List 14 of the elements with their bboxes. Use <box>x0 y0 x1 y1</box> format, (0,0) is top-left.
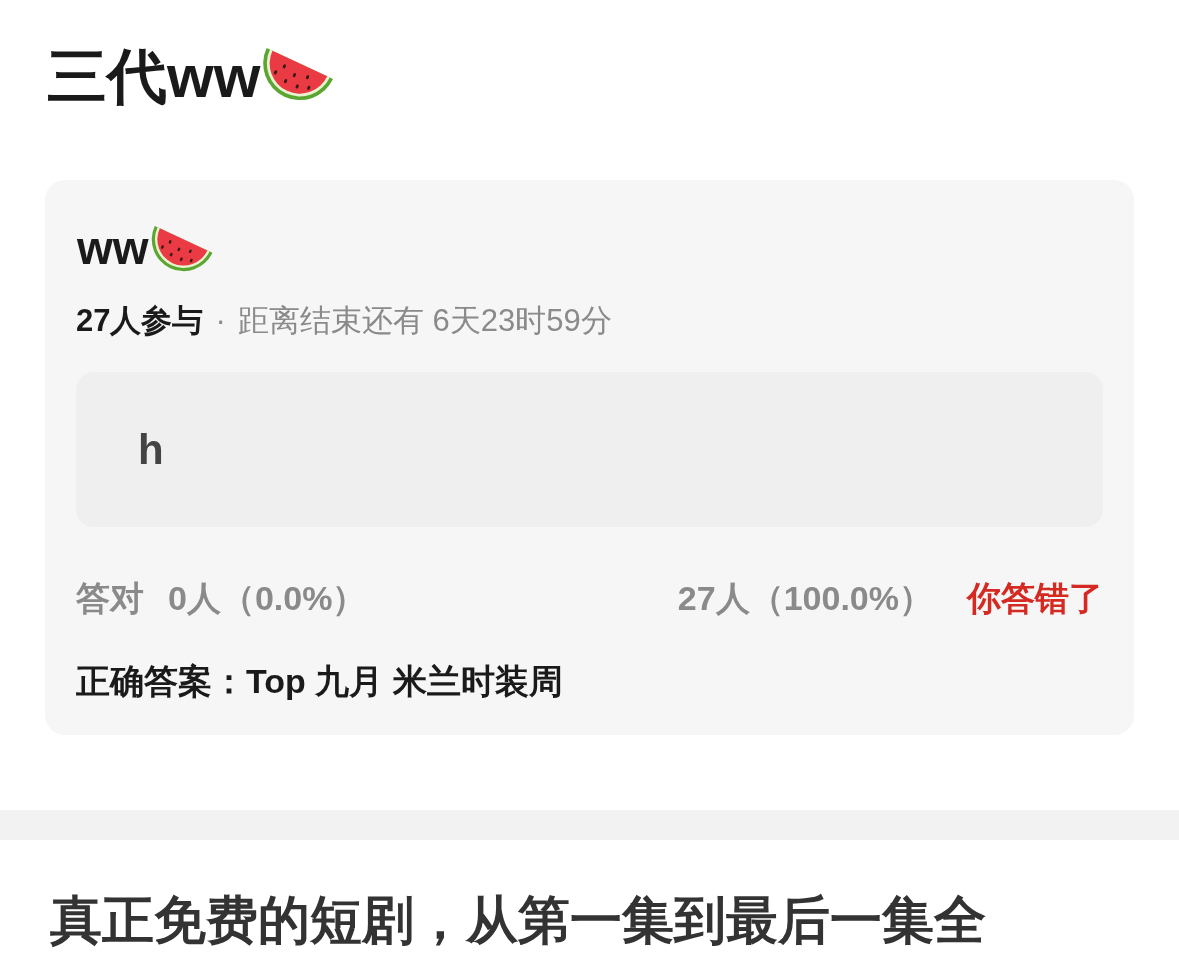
watermelon-icon <box>150 224 213 272</box>
correct-count: 0人（0.0%） <box>168 578 367 619</box>
wrong-count: 27人（100.0%） <box>677 578 933 619</box>
article-headline[interactable]: 真正免费的短剧，从第一集到最后一集全 <box>50 888 986 952</box>
quiz-title: ww <box>76 221 149 276</box>
separator-dot: · <box>215 302 226 340</box>
answer-box: h <box>76 372 1103 527</box>
countdown-text: 距离结束还有 6天23时59分 <box>237 302 612 340</box>
correct-label: 答对 <box>76 578 144 619</box>
page-title: 三代ww <box>47 42 261 112</box>
participant-count: 27人参与 <box>76 302 204 340</box>
correct-answer-text: 正确答案：Top 九月 米兰时装周 <box>76 661 563 702</box>
result-text: 你答错了 <box>967 578 1103 619</box>
watermelon-icon <box>262 47 335 101</box>
